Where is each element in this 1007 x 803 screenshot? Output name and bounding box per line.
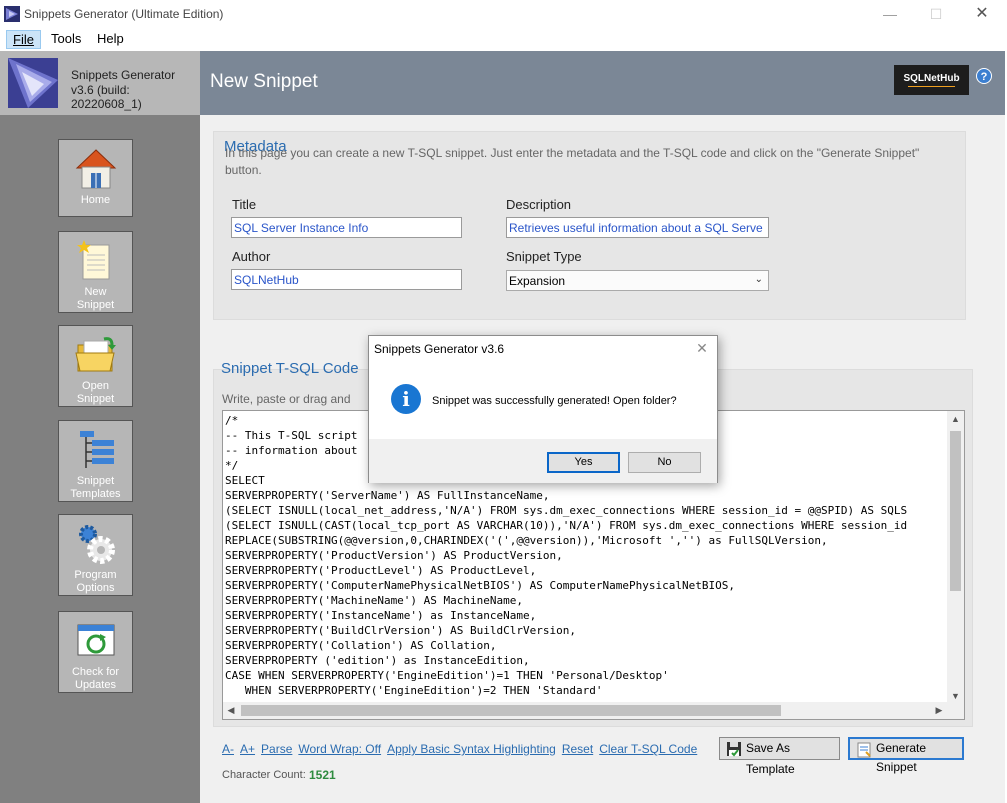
menu-file-label: File — [13, 32, 34, 47]
folder-icon — [74, 337, 116, 372]
brand-panel: Snippets Generator v3.6 (build: 20220608… — [0, 51, 200, 115]
author-input[interactable]: SQLNetHub — [231, 269, 462, 290]
snippet-type-select[interactable]: Expansion ⌄ — [506, 270, 769, 291]
menu-bar: File Tools Help — [0, 28, 1007, 51]
help-icon[interactable]: ? — [976, 68, 992, 84]
horizontal-scroll-thumb[interactable] — [241, 705, 781, 716]
yes-button[interactable]: Yes — [547, 452, 620, 473]
no-button[interactable]: No — [628, 452, 701, 473]
sidebar: Home New Snippet Open Snippet Snippet Te… — [0, 115, 200, 803]
horizontal-scrollbar[interactable]: ◀ ▶ — [223, 702, 947, 719]
dialog-footer: Yes No — [369, 439, 717, 483]
minimize-button[interactable]: — — [875, 4, 905, 24]
window-title: Snippets Generator (Ultimate Edition) — [24, 7, 224, 21]
font-smaller-link[interactable]: A- — [222, 742, 234, 756]
brand-name: Snippets Generator — [71, 68, 176, 82]
title-label: Title — [232, 197, 257, 212]
code-heading: Snippet T-SQL Code — [221, 360, 359, 377]
snippet-type-label: Snippet Type — [506, 249, 582, 264]
save-as-template-button[interactable]: Save As Template — [719, 737, 840, 776]
menu-help[interactable]: Help — [91, 30, 130, 49]
word-wrap-link[interactable]: Word Wrap: Off — [298, 742, 381, 756]
dialog-message: Snippet was successfully generated! Open… — [432, 395, 677, 407]
parse-link[interactable]: Parse — [261, 742, 292, 756]
scroll-up-icon[interactable]: ▲ — [947, 411, 964, 427]
description-label: Description — [506, 197, 572, 212]
char-count-label: Character Count: — [222, 769, 306, 781]
sidebar-item-label: Snippet Templates — [70, 475, 121, 500]
maximize-button[interactable]: ☐ — [921, 4, 951, 24]
menu-help-label: Help — [97, 31, 124, 46]
syntax-highlight-link[interactable]: Apply Basic Syntax Highlighting — [387, 742, 556, 756]
generate-snippet-button[interactable]: Generate Snippet — [848, 737, 964, 774]
menu-tools[interactable]: Tools — [45, 30, 87, 49]
font-larger-link[interactable]: A+ — [240, 742, 255, 756]
description-input[interactable]: Retrieves useful information about a SQL… — [506, 217, 769, 238]
menu-tools-label: Tools — [51, 31, 82, 46]
chevron-down-icon: ⌄ — [754, 274, 763, 285]
scroll-corner — [947, 702, 964, 719]
vertical-scroll-thumb[interactable] — [950, 431, 961, 591]
dialog-title: Snippets Generator v3.6 — [374, 342, 505, 356]
author-label: Author — [232, 249, 271, 264]
scroll-left-icon[interactable]: ◀ — [223, 702, 239, 719]
home-icon — [75, 149, 116, 189]
sidebar-item-home[interactable]: Home — [58, 139, 133, 217]
snippet-type-value: Expansion — [509, 274, 566, 288]
clear-code-link[interactable]: Clear T-SQL Code — [599, 742, 697, 756]
page-header: New Snippet SQLNetHub ? — [200, 51, 1005, 115]
title-input[interactable]: SQL Server Instance Info — [231, 217, 462, 238]
save-as-template-label: Save As Template — [746, 741, 795, 776]
page-title: New Snippet — [210, 71, 318, 92]
sidebar-item-new-snippet[interactable]: New Snippet — [58, 231, 133, 313]
metadata-description: In this page you can create a new T-SQL … — [225, 146, 920, 177]
brand-version: v3.6 (build: 20220608_1) — [71, 83, 142, 111]
menu-file[interactable]: File — [6, 30, 41, 49]
sidebar-item-label: Check for Updates — [71, 666, 120, 691]
generate-icon — [857, 742, 871, 758]
sidebar-item-label: Home — [80, 194, 111, 206]
sidebar-item-check-updates[interactable]: Check for Updates — [58, 611, 133, 693]
brand-logo-icon — [8, 58, 58, 108]
reset-link[interactable]: Reset — [562, 742, 593, 756]
message-dialog: Snippets Generator v3.6 ✕ i Snippet was … — [368, 335, 718, 483]
code-toolbar: A- A+ Parse Word Wrap: Off Apply Basic Synta… — [222, 742, 703, 756]
gear-icon — [78, 525, 115, 564]
generate-snippet-label: Generate Snippet — [876, 741, 927, 774]
app-icon — [4, 6, 20, 22]
scroll-right-icon[interactable]: ▶ — [931, 702, 947, 719]
save-icon — [727, 742, 741, 757]
sidebar-item-label: New Snippet — [76, 286, 115, 311]
sidebar-item-snippet-templates[interactable]: Snippet Templates — [58, 420, 133, 502]
sidebar-item-program-options[interactable]: Program Options — [58, 514, 133, 596]
sqlnethub-logo[interactable]: SQLNetHub — [894, 65, 969, 95]
title-bar: Snippets Generator (Ultimate Edition) — … — [0, 0, 1007, 28]
sidebar-item-label: Open Snippet — [76, 380, 115, 405]
info-icon: i — [391, 384, 421, 414]
code-hint: Write, paste or drag and — [222, 392, 351, 406]
templates-icon — [79, 431, 114, 468]
char-count-value: 1521 — [309, 768, 336, 782]
sidebar-item-label: Program Options — [74, 569, 117, 594]
close-window-button[interactable]: ✕ — [967, 4, 997, 24]
vertical-scrollbar[interactable]: ▲ ▼ — [947, 411, 964, 704]
dialog-close-button[interactable]: ✕ — [691, 338, 713, 358]
sidebar-item-open-snippet[interactable]: Open Snippet — [58, 325, 133, 407]
update-icon — [77, 624, 114, 656]
new-snippet-icon — [76, 240, 109, 280]
